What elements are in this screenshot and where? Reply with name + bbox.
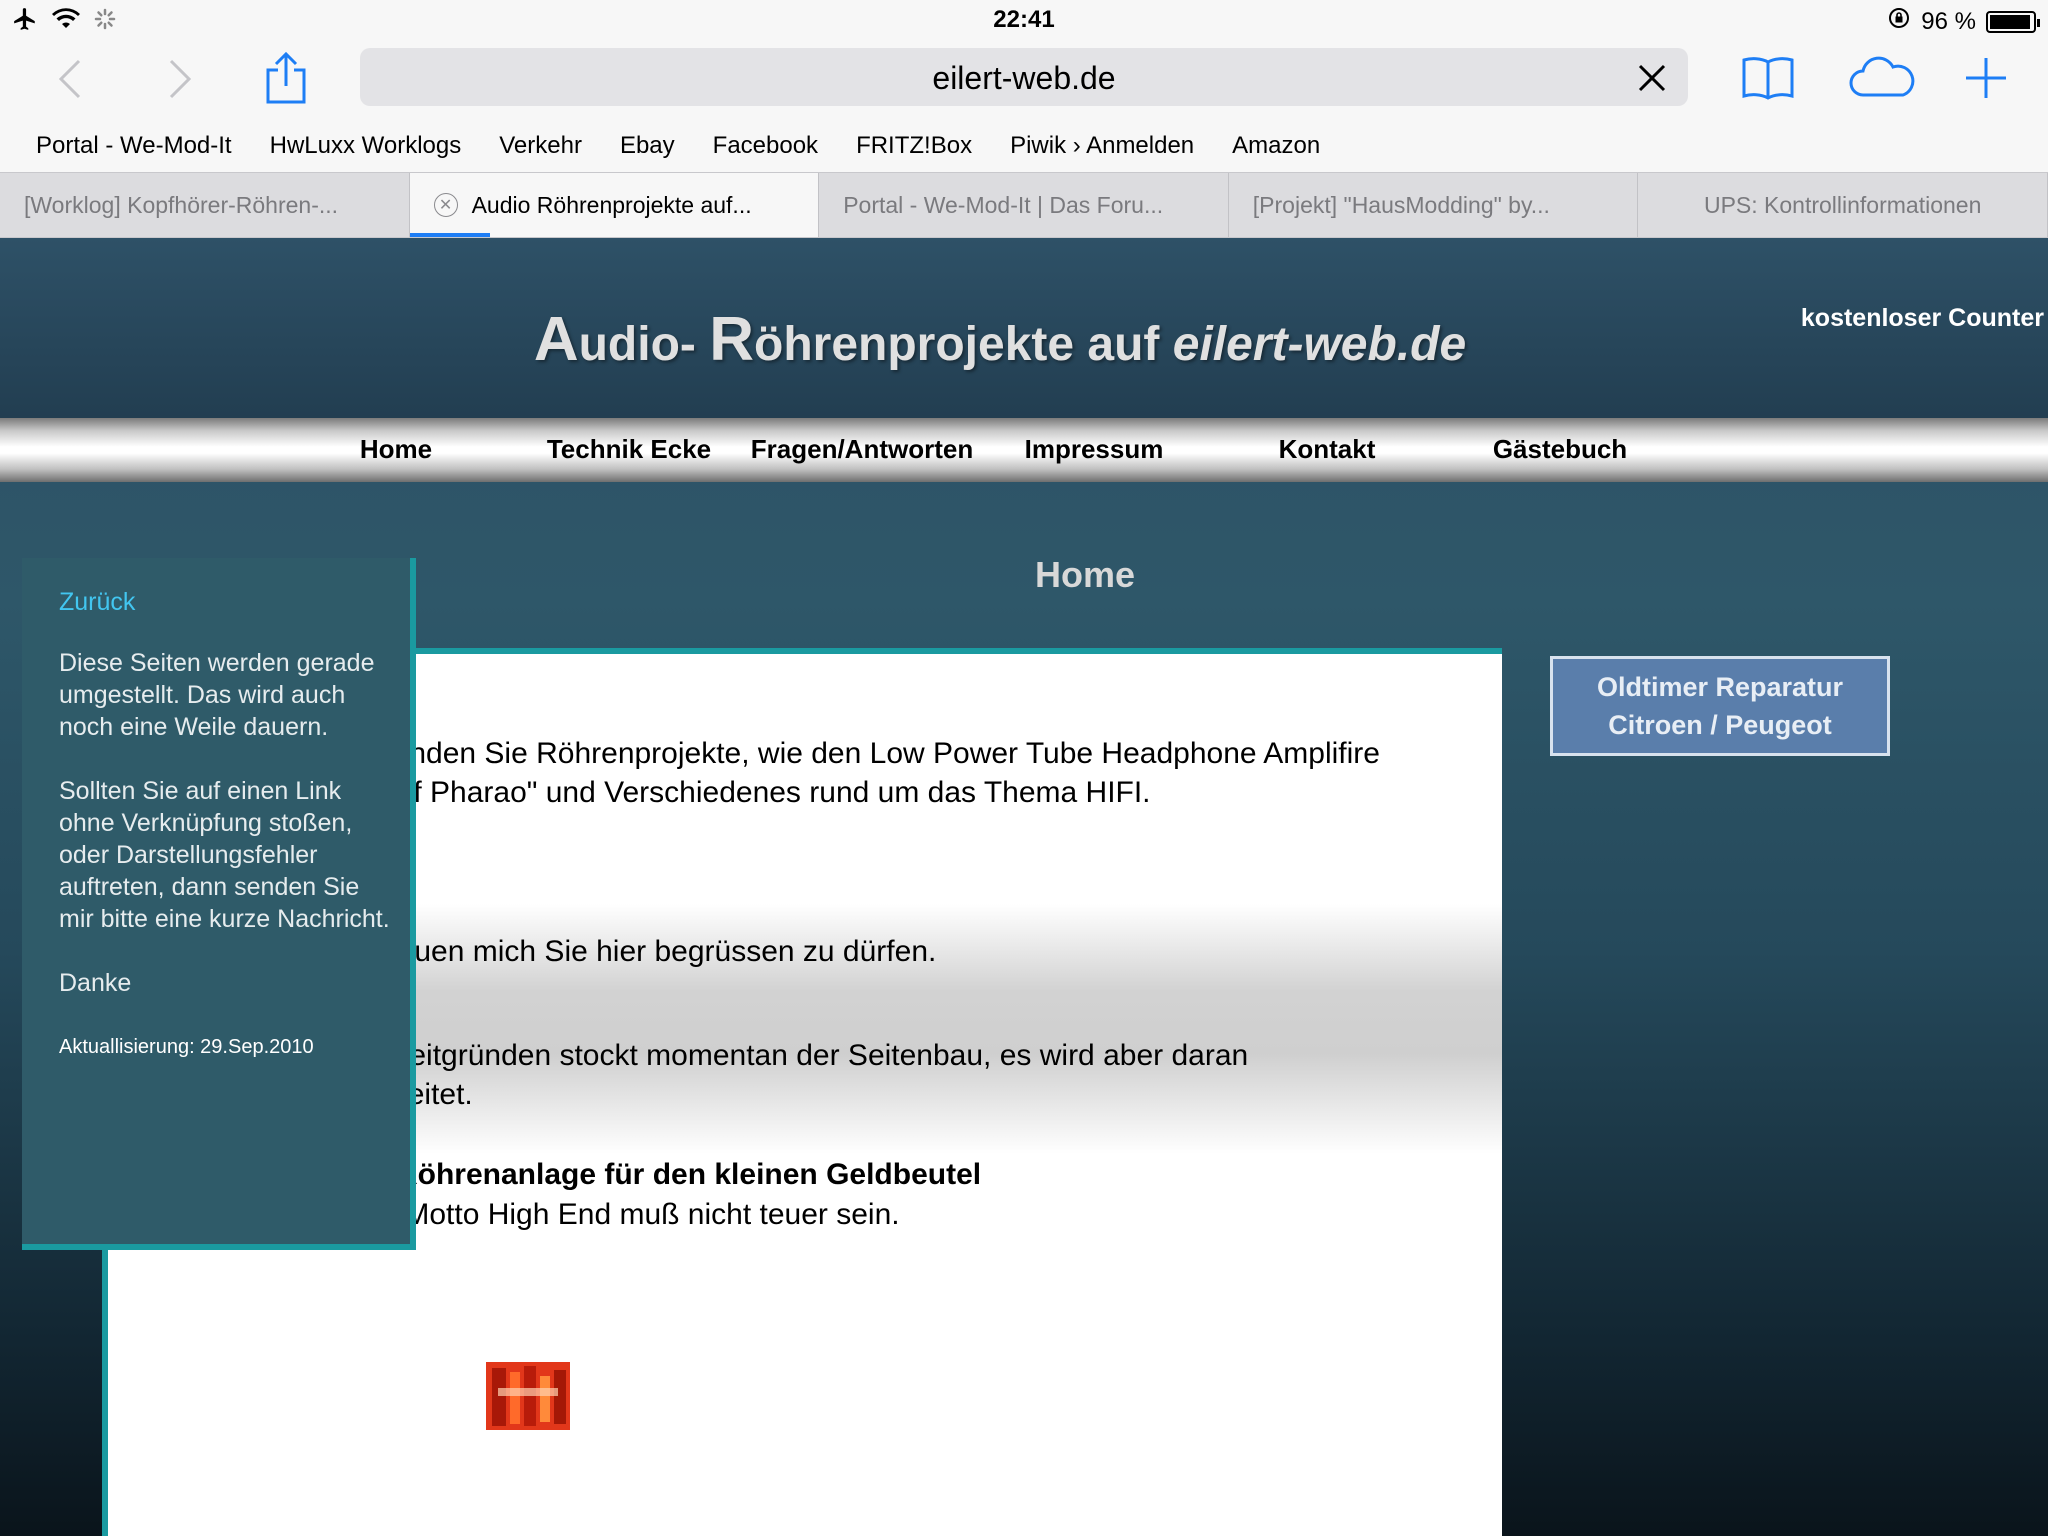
bookmark-item[interactable]: Piwik › Anmelden [1010,132,1194,160]
url-text: eilert-web.de [932,60,1116,96]
tab-bar: [Worklog] Kopfhörer-Röhren-... ✕ Audio R… [0,172,2048,238]
battery-icon [1986,10,2040,33]
bookmark-item[interactable]: Ebay [620,132,675,160]
address-bar[interactable]: eilert-web.de [360,48,1688,106]
bookmark-item[interactable]: Portal - We-Mod-It [36,132,232,160]
tab-title: [Worklog] Kopfhörer-Röhren-... [24,191,339,218]
plus-icon [1966,58,2006,98]
nav-kontakt[interactable]: Kontakt [1266,434,1388,465]
site-title: Audio- Röhrenprojekte auf eilert-web.de [0,304,2000,375]
nav-gaestebuch[interactable]: Gästebuch [1484,434,1636,465]
share-button[interactable] [262,48,310,108]
tab-title: UPS: Kontrollinformationen [1703,191,1982,218]
nav-fragen-antworten[interactable]: Fragen/Antworten [746,434,978,465]
title-part: R [709,305,755,374]
tab[interactable]: [Projekt] "HausModding" by... [1229,173,1639,237]
sidebar-thanks: Danke [59,969,132,997]
sidebar-notice: Sollten Sie auf einen Link ohne Verknüpf… [59,777,390,933]
bookmark-item[interactable]: HwLuxx Worklogs [270,132,462,160]
tab-active[interactable]: ✕ Audio Röhrenprojekte auf... [409,173,820,237]
title-part: öhrenprojekte auf [754,318,1173,371]
motto-text: Mein Motto High End muß nicht teuer sein… [331,1198,900,1231]
tab[interactable]: Portal - We-Mod-It | Das Foru... [819,173,1229,237]
bookmark-item[interactable]: Amazon [1232,132,1320,160]
chevron-right-icon [169,59,192,99]
icloud-tabs-button[interactable] [1846,54,1918,100]
browser-toolbar: eilert-web.de [0,40,2048,120]
book-icon [1742,57,1794,100]
battery-percent: 96 % [1921,7,1976,35]
clock: 22:41 [993,6,1055,33]
chevron-left-icon [58,59,81,99]
tab[interactable]: [Worklog] Kopfhörer-Röhren-... [0,173,410,237]
button-line: Citroen / Peugeot [1608,710,1832,740]
site-nav: Home Technik Ecke Fragen/Antworten Impre… [0,418,2048,482]
clear-url-button[interactable] [1636,62,1668,94]
last-updated: Aktuallisierung: 29.Sep.2010 [59,1036,314,1058]
orientation-lock-icon [1887,6,1911,37]
bookmarks-bar: Portal - We-Mod-It HwLuxx Worklogs Verke… [0,120,2048,172]
welcome-paragraph: Ich freuen mich Sie hier begrüssen zu dü… [331,935,937,968]
oldtimer-repair-button[interactable]: Oldtimer Reparatur Citroen / Peugeot [1550,656,1890,756]
back-link[interactable]: Zurück [59,588,390,617]
forward-button[interactable] [160,54,200,104]
close-icon [1638,64,1666,92]
bookmark-item[interactable]: Verkehr [499,132,582,160]
nav-home[interactable]: Home [340,434,452,465]
status-paragraph: Aus Zeitgründen stockt momentan der Seit… [331,1039,1249,1111]
tab-title: [Projekt] "HausModding" by... [1252,191,1550,218]
new-tab-button[interactable] [1962,54,2010,102]
tab[interactable]: UPS: Kontrollinformationen [1638,173,2048,237]
tab-title: Portal - We-Mod-It | Das Foru... [843,191,1164,218]
close-tab-icon[interactable]: ✕ [433,193,458,217]
section-title: HiFi Röhrenanlage für den kleinen Geldbe… [331,1158,982,1191]
intro-paragraph: Hier finden Sie Röhrenprojekte, wie den … [331,737,1380,809]
nav-impressum[interactable]: Impressum [1016,434,1172,465]
title-domain: eilert-web.de [1172,318,1467,371]
battery-level [1990,14,2030,29]
counter-link[interactable]: kostenloser Counter [1801,304,2044,333]
bookmark-item[interactable]: FRITZ!Box [856,132,972,160]
ios-status-bar: 22:41 96 % [0,0,2048,40]
button-line: Oldtimer Reparatur [1596,672,1844,702]
tab-title: Audio Röhrenprojekte auf... [471,191,752,218]
bookmarks-button[interactable] [1740,52,1796,104]
sidebar-notice: Diese Seiten werden gerade umgestellt. D… [59,649,375,741]
nav-technik-ecke[interactable]: Technik Ecke [540,434,718,465]
share-icon [266,51,306,104]
bookmark-item[interactable]: Facebook [713,132,818,160]
sidebar: Zurück Diese Seiten werden gerade umgest… [22,558,416,1250]
title-part: udio- [578,318,710,371]
title-part: A [533,305,579,374]
web-page: Audio- Röhrenprojekte auf eilert-web.de … [0,238,2048,1536]
site-header: Audio- Röhrenprojekte auf eilert-web.de … [0,238,2048,418]
flame-logo [484,1358,572,1434]
back-button[interactable] [50,54,90,104]
cloud-icon [1849,56,1915,97]
page-heading: Home [1034,554,1136,595]
